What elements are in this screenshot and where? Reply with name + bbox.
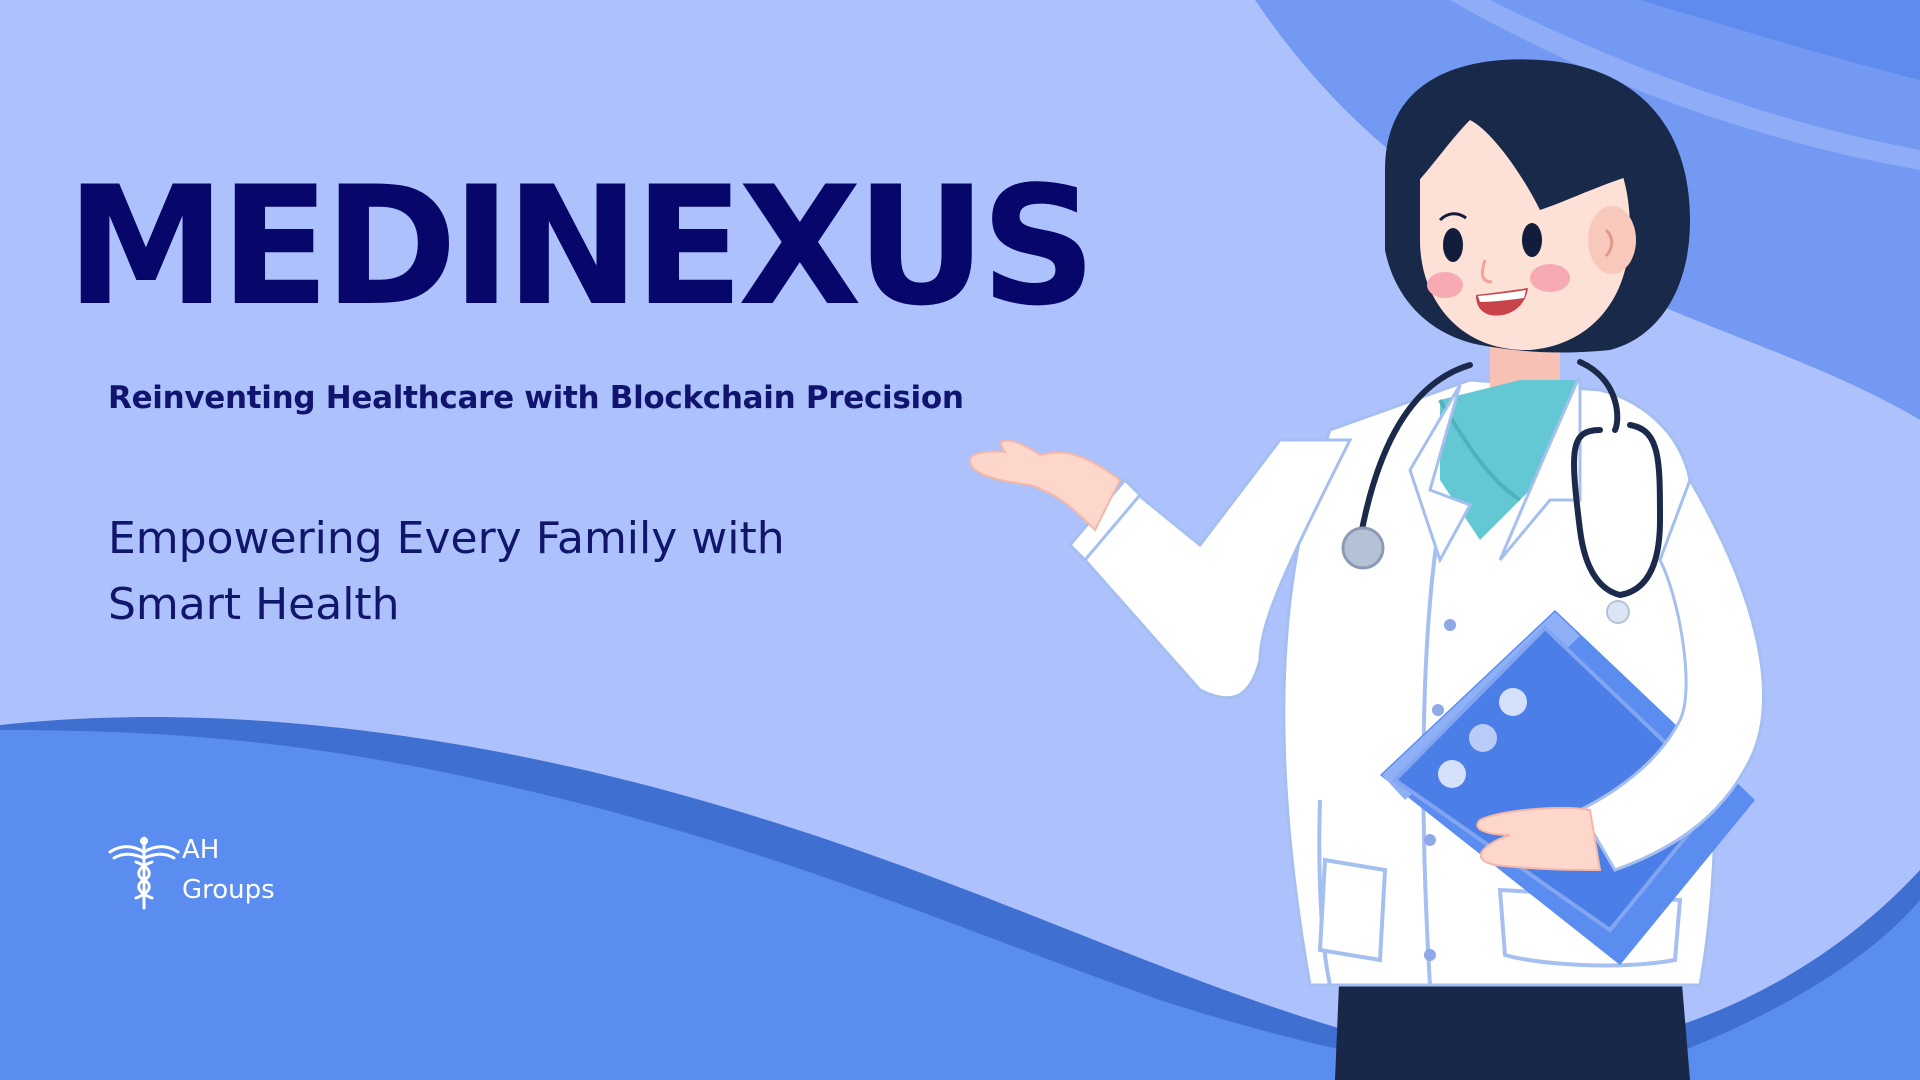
stethoscope-chest-piece <box>1341 526 1385 570</box>
doctor-illustration <box>968 59 1765 1080</box>
hand-raised <box>968 439 1122 532</box>
coat-pocket-left <box>1317 857 1388 963</box>
